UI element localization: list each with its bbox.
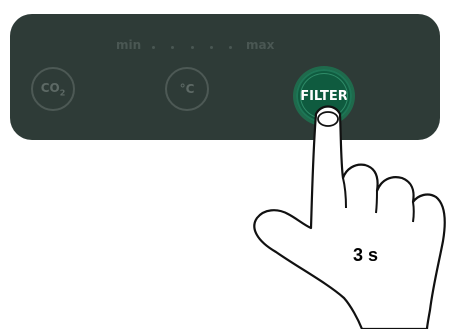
scale-dots	[152, 46, 232, 50]
temperature-label: °C	[179, 82, 195, 96]
temperature-button[interactable]: °C	[165, 67, 209, 111]
scale-dot	[171, 46, 175, 49]
intensity-scale: min max	[10, 38, 440, 56]
co2-button[interactable]: CO2	[31, 67, 75, 111]
scale-dot	[229, 46, 232, 49]
scale-dot	[152, 46, 155, 49]
scale-dot	[190, 46, 194, 49]
scale-max-label: max	[246, 38, 275, 52]
co2-label: CO2	[40, 80, 66, 98]
scale-dot	[209, 46, 213, 49]
pointing-hand-icon	[253, 105, 446, 329]
scale-min-label: min	[116, 38, 142, 52]
press-duration-label: 3 s	[353, 245, 379, 265]
